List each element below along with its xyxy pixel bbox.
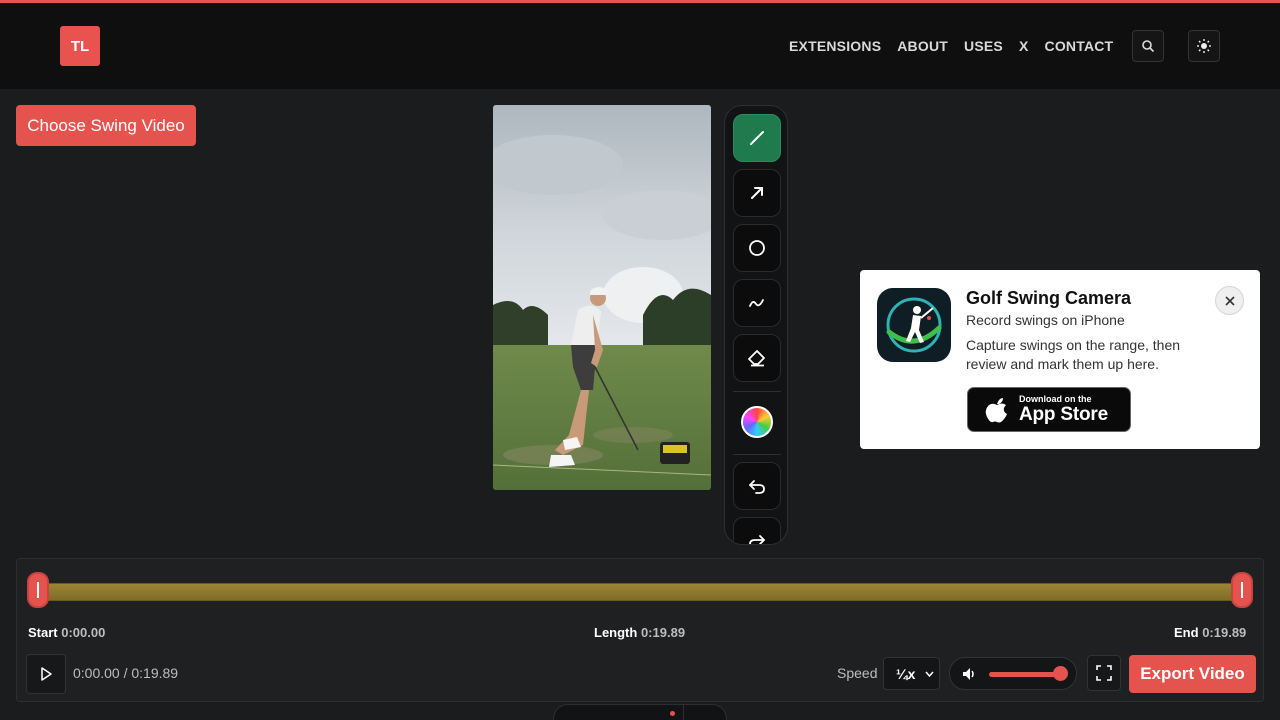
arrow-tool-button[interactable] [733,169,781,217]
toolbar-divider [733,454,781,455]
trim-end-handle[interactable] [1231,572,1253,608]
freehand-icon [749,299,764,307]
promo-subtitle: Record swings on iPhone [966,312,1125,328]
golfer-video-image [493,105,711,490]
nav-contact[interactable]: CONTACT [1045,38,1114,54]
site-logo[interactable]: TL [60,26,100,66]
close-promo-button[interactable] [1215,286,1244,315]
speed-label: Speed [837,665,878,681]
notification-dot-icon [670,711,675,716]
bottom-dock [553,704,727,720]
current-time: 0:00.00 / 0:19.89 [73,665,179,681]
color-picker-button[interactable] [733,398,781,446]
promo-title: Golf Swing Camera [966,288,1132,308]
length-label: Length [594,625,638,640]
volume-icon[interactable] [962,667,978,681]
arrow-icon [751,187,763,199]
circle-icon [749,240,765,256]
swing-video-frame[interactable] [493,105,711,490]
nav-extensions[interactable]: EXTENSIONS [789,38,881,54]
dock-separator [683,705,684,720]
play-icon [41,667,52,681]
speed-value: ¼x [896,665,916,682]
fullscreen-icon [1096,665,1112,681]
eraser-icon [748,350,765,367]
line-tool-button[interactable] [733,114,781,162]
nav-x[interactable]: X [1019,38,1029,54]
fullscreen-button[interactable] [1087,655,1121,691]
undo-button[interactable] [733,462,781,510]
main-nav: EXTENSIONS ABOUT USES X CONTACT [789,38,1113,54]
trim-end-readout: End 0:19.89 [1174,625,1246,640]
play-button[interactable] [26,654,66,694]
freehand-tool-button[interactable] [733,279,781,327]
trim-start-handle[interactable] [27,572,49,608]
line-icon [750,131,764,145]
end-value: 0:19.89 [1202,625,1247,640]
toolbar-divider [733,391,781,392]
export-video-button[interactable]: Export Video [1129,655,1256,693]
nav-about[interactable]: ABOUT [897,38,948,54]
chevron-down-icon [925,671,934,677]
volume-slider-thumb[interactable] [1053,666,1068,681]
nav-uses[interactable]: USES [964,38,1003,54]
promo-description: Capture swings on the range, then review… [966,337,1181,372]
redo-icon [749,535,765,544]
playback-panel: Start 0:00.00 Length 0:19.89 End 0:19.89… [16,558,1264,702]
golf-swing-camera-promo: Golf Swing Camera Record swings on iPhon… [860,270,1260,449]
start-value: 0:00.00 [61,625,106,640]
close-icon [1224,295,1235,306]
color-wheel-icon [741,406,773,438]
trim-length-readout: Length 0:19.89 [594,625,685,640]
trim-start-readout: Start 0:00.00 [28,625,105,640]
trim-track[interactable] [29,583,1251,601]
volume-control [949,657,1077,690]
end-label: End [1174,625,1199,640]
length-value: 0:19.89 [640,625,686,640]
store-big-text: App Store [1019,404,1108,425]
sun-icon [1197,39,1211,53]
search-icon [1142,40,1155,53]
undo-icon [749,480,765,494]
golf-swing-camera-app-icon [877,288,951,362]
start-label: Start [28,625,58,640]
speed-select[interactable]: ¼x [883,657,940,690]
apple-icon [985,398,1007,423]
choose-swing-video-button[interactable]: Choose Swing Video [16,105,196,146]
app-store-button[interactable]: Download on the App Store [967,387,1131,432]
circle-tool-button[interactable] [733,224,781,272]
site-header: TL EXTENSIONS ABOUT USES X CONTACT [0,3,1280,89]
volume-slider-track[interactable] [989,672,1061,677]
eraser-tool-button[interactable] [733,334,781,382]
drawing-toolbar [724,105,788,545]
theme-toggle-button[interactable] [1188,30,1220,62]
store-small-text: Download on the [1019,394,1092,404]
search-button[interactable] [1132,30,1164,62]
redo-button[interactable] [733,517,781,544]
